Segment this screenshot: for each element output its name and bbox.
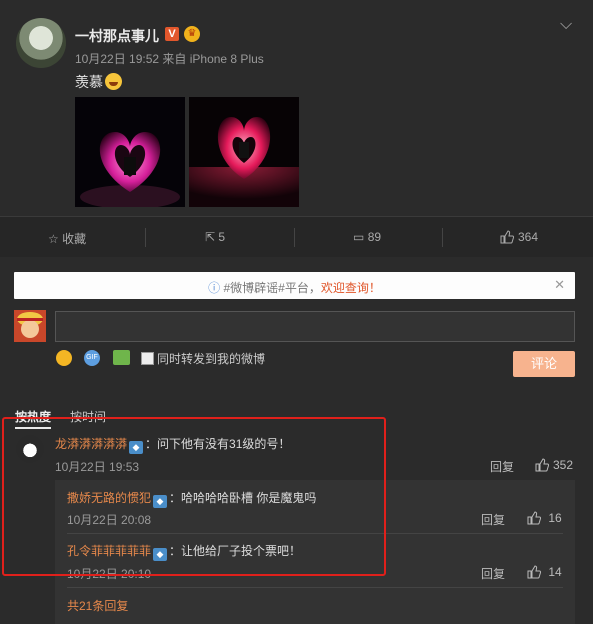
notice-bar: ⓘ #微博辟谣#平台，欢迎查询！ ✕ (14, 272, 575, 299)
gif-icon[interactable]: GIF (84, 350, 100, 366)
reply-button[interactable]: 回复 (490, 458, 514, 475)
reply-button[interactable]: 回复 (481, 565, 505, 582)
divider (294, 228, 295, 247)
repost-checkbox-label: 同时转发到我的微博 (157, 352, 266, 366)
divider (145, 228, 146, 247)
repost-count: 5 (218, 230, 226, 244)
repost-checkbox[interactable] (141, 352, 154, 365)
submit-comment-button[interactable]: 评论 (513, 351, 575, 377)
verified-badge-icon: V (165, 27, 179, 41)
favorite-label: 收藏 (62, 232, 87, 246)
reply-button[interactable]: 回复 (481, 511, 505, 528)
reply-like-count: 16 (548, 511, 562, 525)
post-text-content: 羡慕 (75, 74, 103, 90)
chevron-down-icon[interactable]: ⌵ (560, 16, 572, 34)
close-icon[interactable]: ✕ (554, 277, 565, 293)
reply-like-button[interactable]: 16 (527, 511, 562, 525)
action-bar: ☆ 收藏 ⇱ 5 ▭ 89 364 (0, 216, 593, 257)
author-avatar[interactable] (16, 18, 66, 68)
thumbs-up-icon (535, 458, 549, 472)
my-avatar (14, 310, 46, 342)
notice-text: ⓘ #微博辟谣#平台，欢迎查询！ (14, 279, 575, 296)
post-photo-2[interactable] (189, 97, 299, 207)
favorite-button[interactable]: ☆ 收藏 (48, 230, 86, 247)
image-icon[interactable] (113, 350, 130, 365)
repost-icon: ⇱ (205, 230, 216, 244)
notice-prefix: #微博辟谣#平台， (223, 281, 321, 295)
post-meta: 10月22日 19:52 来自 iPhone 8 Plus (75, 52, 264, 66)
like-button[interactable]: 364 (500, 230, 538, 244)
divider (442, 228, 443, 247)
reply-like-count: 14 (548, 565, 562, 579)
thumbs-up-icon (500, 230, 514, 244)
comment-button[interactable]: ▭ 89 (353, 230, 381, 244)
comment-count: 89 (367, 230, 382, 244)
comment-like-button[interactable]: 352 (535, 458, 573, 472)
crown-badge-icon: ♛ (184, 26, 200, 42)
like-count: 364 (518, 230, 539, 244)
comment-input[interactable] (55, 311, 575, 342)
more-replies-link[interactable]: 共21条回复 (67, 597, 128, 614)
reply-like-button[interactable]: 14 (527, 565, 562, 579)
post-photo-1[interactable] (75, 97, 185, 207)
post-text: 羡慕 (75, 72, 122, 92)
repost-button[interactable]: ⇱ 5 (205, 230, 225, 244)
emoji-icon[interactable] (56, 350, 72, 366)
star-icon: ☆ (48, 232, 59, 246)
author-name[interactable]: 一村那点事儿 (75, 26, 159, 46)
info-icon: ⓘ (208, 281, 221, 295)
laugh-emoji-icon (105, 73, 122, 90)
divider (67, 587, 563, 588)
thumbs-up-icon (527, 565, 541, 579)
highlight-box (2, 417, 386, 576)
comment-icon: ▭ (353, 230, 365, 244)
thumbs-up-icon (527, 511, 541, 525)
comment-like-count: 352 (553, 458, 574, 472)
notice-link[interactable]: 欢迎查询！ (321, 281, 381, 295)
